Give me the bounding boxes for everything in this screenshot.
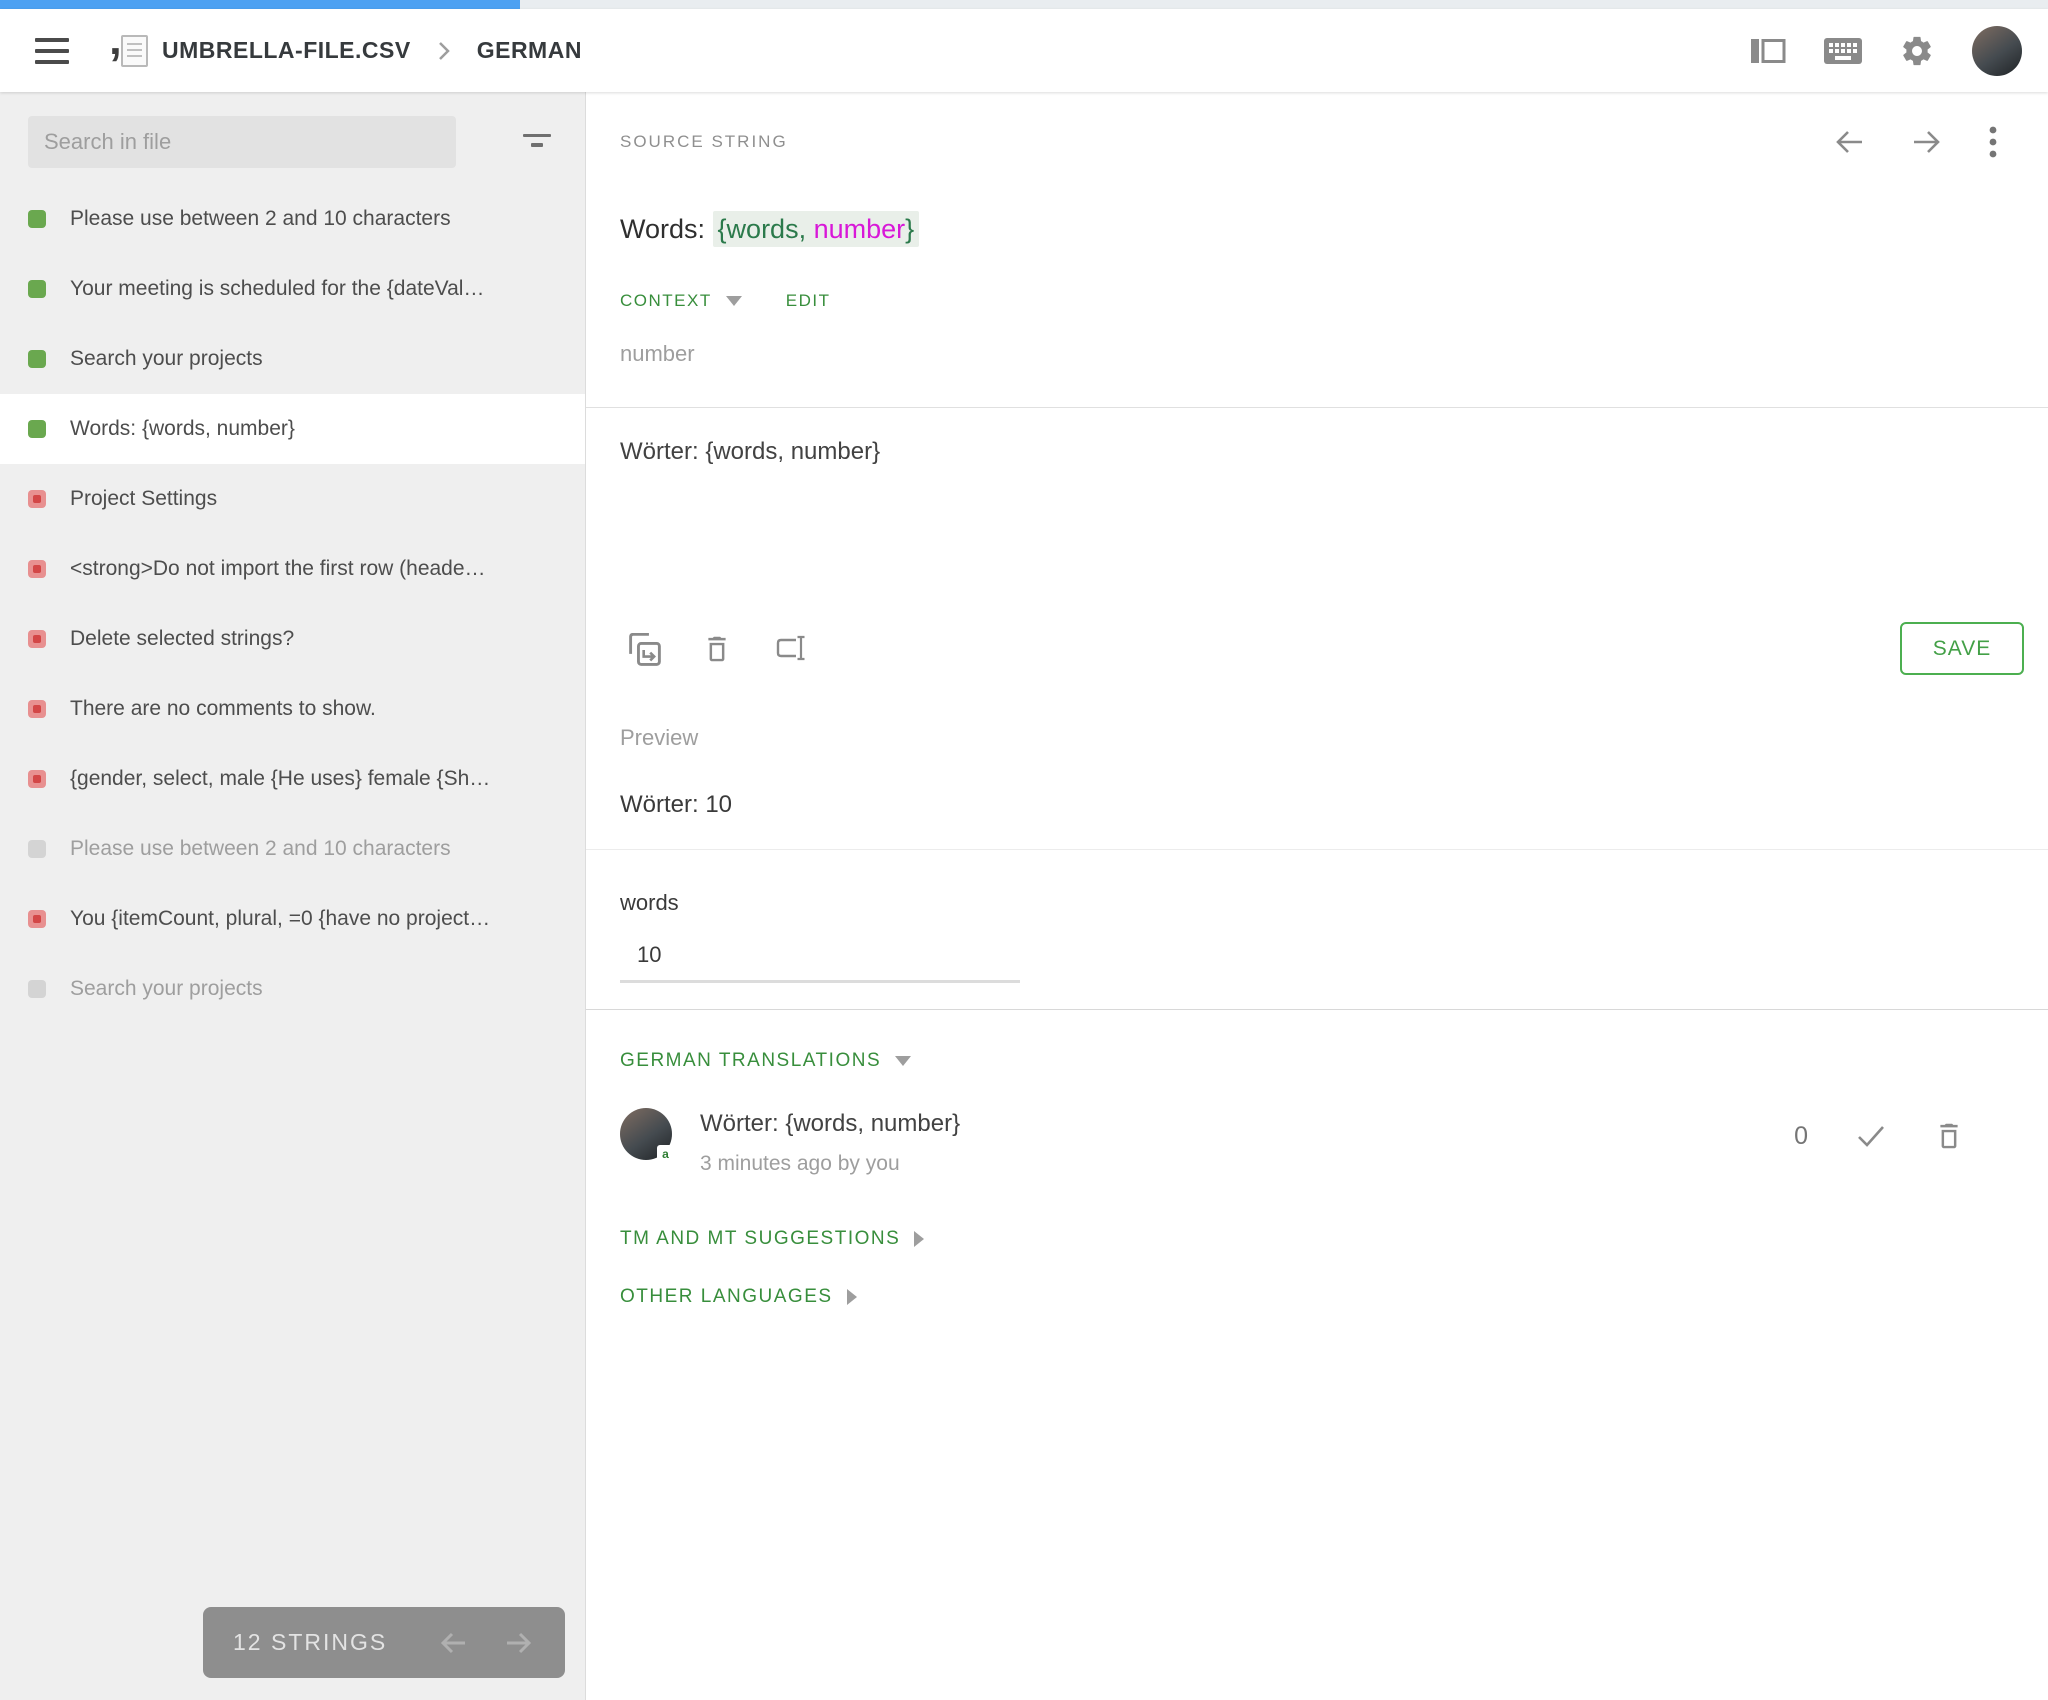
translations-section: GERMAN TRANSLATIONS a Wörter: {words, nu… [586,1010,2048,1700]
string-list-item[interactable]: There are no comments to show. [0,674,585,744]
keyboard-icon[interactable] [1824,37,1862,64]
string-list-item[interactable]: Search your projects [0,954,585,1024]
strings-sidebar: Please use between 2 and 10 characters Y… [0,92,586,1700]
translation-meta: 3 minutes ago by you [700,1152,900,1175]
string-status-icon [28,280,46,298]
chevron-right-icon [914,1231,925,1247]
string-status-icon [28,350,46,368]
approve-check-icon[interactable] [1854,1121,1888,1151]
strings-pager: 12 STRINGS [203,1607,565,1678]
prev-string-icon[interactable] [1832,127,1866,157]
string-status-icon [28,630,46,648]
string-list-item[interactable]: Project Settings [0,464,585,534]
string-status-icon [28,210,46,228]
string-status-icon [28,490,46,508]
vote-count: 0 [1794,1121,1808,1150]
other-languages-label: OTHER LANGUAGES [620,1286,833,1307]
string-status-icon [28,420,46,438]
delete-suggestion-icon[interactable] [1934,1120,1964,1152]
translation-row: a Wörter: {words, number} 3 minutes ago … [620,1108,1998,1176]
preview-rendered-text: Wörter: 10 [620,791,733,818]
breadcrumb-file[interactable]: UMBRELLA-FILE.CSV [162,37,411,64]
tm-suggestions-toggle[interactable]: TM AND MT SUGGESTIONS [620,1228,925,1250]
strings-count: 12 STRINGS [233,1629,388,1655]
copy-source-icon[interactable] [628,633,662,667]
file-progress-bar [0,0,2048,9]
top-bar-actions [1750,25,2048,76]
string-status-icon [28,560,46,578]
divider [586,849,2048,850]
string-list: Please use between 2 and 10 characters Y… [0,184,585,1024]
string-status-icon [28,910,46,928]
translator-badge: a [657,1145,674,1162]
more-options-icon[interactable] [1988,124,1998,160]
tm-suggestions-label: TM AND MT SUGGESTIONS [620,1228,901,1249]
string-status-icon [28,840,46,858]
translator-avatar: a [620,1108,674,1162]
context-toggle[interactable]: CONTEXT [620,291,712,311]
context-value: number [620,341,695,366]
user-avatar[interactable] [1972,25,2022,76]
pager-prev-icon[interactable] [437,1629,469,1657]
source-string-label: SOURCE STRING [620,132,788,151]
next-string-icon[interactable] [1910,127,1944,157]
string-list-item[interactable]: Words: {words, number} [0,394,585,464]
top-bar: UMBRELLA-FILE.CSV GERMAN [0,9,2048,92]
preview-section: Preview Wörter: 10 words [586,695,2048,1010]
string-list-item[interactable]: Your meeting is scheduled for the {dateV… [0,254,585,324]
csv-file-icon [109,11,148,67]
translation-section: Wörter: {words, number} SAVE [586,408,2048,695]
edit-context-button[interactable]: EDIT [786,291,831,311]
source-text-prefix: Words: [620,214,713,244]
text-cursor-icon[interactable] [772,633,808,667]
filter-icon[interactable] [523,132,551,152]
string-list-item[interactable]: Delete selected strings? [0,604,585,674]
string-status-icon [28,700,46,718]
other-languages-toggle[interactable]: OTHER LANGUAGES [620,1286,857,1308]
string-status-icon [28,770,46,788]
editor-panel: SOURCE STRING Words: {words, number} CON… [586,92,2048,1700]
translation-editor[interactable]: Wörter: {words, number} [620,438,1998,558]
placeholder-close: } [905,214,915,244]
chevron-down-icon [725,296,742,306]
translations-label: GERMAN TRANSLATIONS [620,1050,882,1071]
chevron-down-icon [895,1056,912,1066]
layout-toggle-icon[interactable] [1750,37,1786,65]
string-status-icon [28,980,46,998]
string-list-item[interactable]: You {itemCount, plural, =0 {have no proj… [0,884,585,954]
file-progress-fill [0,0,520,9]
breadcrumb: UMBRELLA-FILE.CSV GERMAN [109,11,582,67]
placeholder-open: {words, [717,214,814,244]
delete-translation-icon[interactable] [702,633,732,667]
search-input[interactable] [28,116,456,168]
translation-text: Wörter: {words, number} [700,1110,961,1137]
param-label: words [620,890,679,915]
string-list-item[interactable]: Search your projects [0,324,585,394]
placeholder-param: number [813,214,906,244]
preview-label: Preview [620,725,699,750]
save-button[interactable]: SAVE [1900,622,2024,675]
string-list-item[interactable]: {gender, select, male {He uses} female {… [0,744,585,814]
source-string-section: SOURCE STRING Words: {words, number} CON… [586,92,2048,408]
param-value-input[interactable] [620,936,1020,983]
source-string-text: Words: {words, number} [620,211,1998,247]
string-list-item[interactable]: Please use between 2 and 10 characters [0,184,585,254]
settings-gear-icon[interactable] [1900,34,1934,68]
chevron-right-icon [846,1289,857,1305]
breadcrumb-language[interactable]: GERMAN [477,37,582,64]
string-list-item[interactable]: Please use between 2 and 10 characters [0,814,585,884]
menu-button[interactable] [35,37,69,64]
chevron-right-icon [435,38,453,64]
string-list-item[interactable]: <strong>Do not import the first row (hea… [0,534,585,604]
translations-toggle[interactable]: GERMAN TRANSLATIONS [620,1050,912,1072]
translation-editor-app: UMBRELLA-FILE.CSV GERMAN [0,0,2048,1700]
pager-next-icon[interactable] [503,1629,535,1657]
